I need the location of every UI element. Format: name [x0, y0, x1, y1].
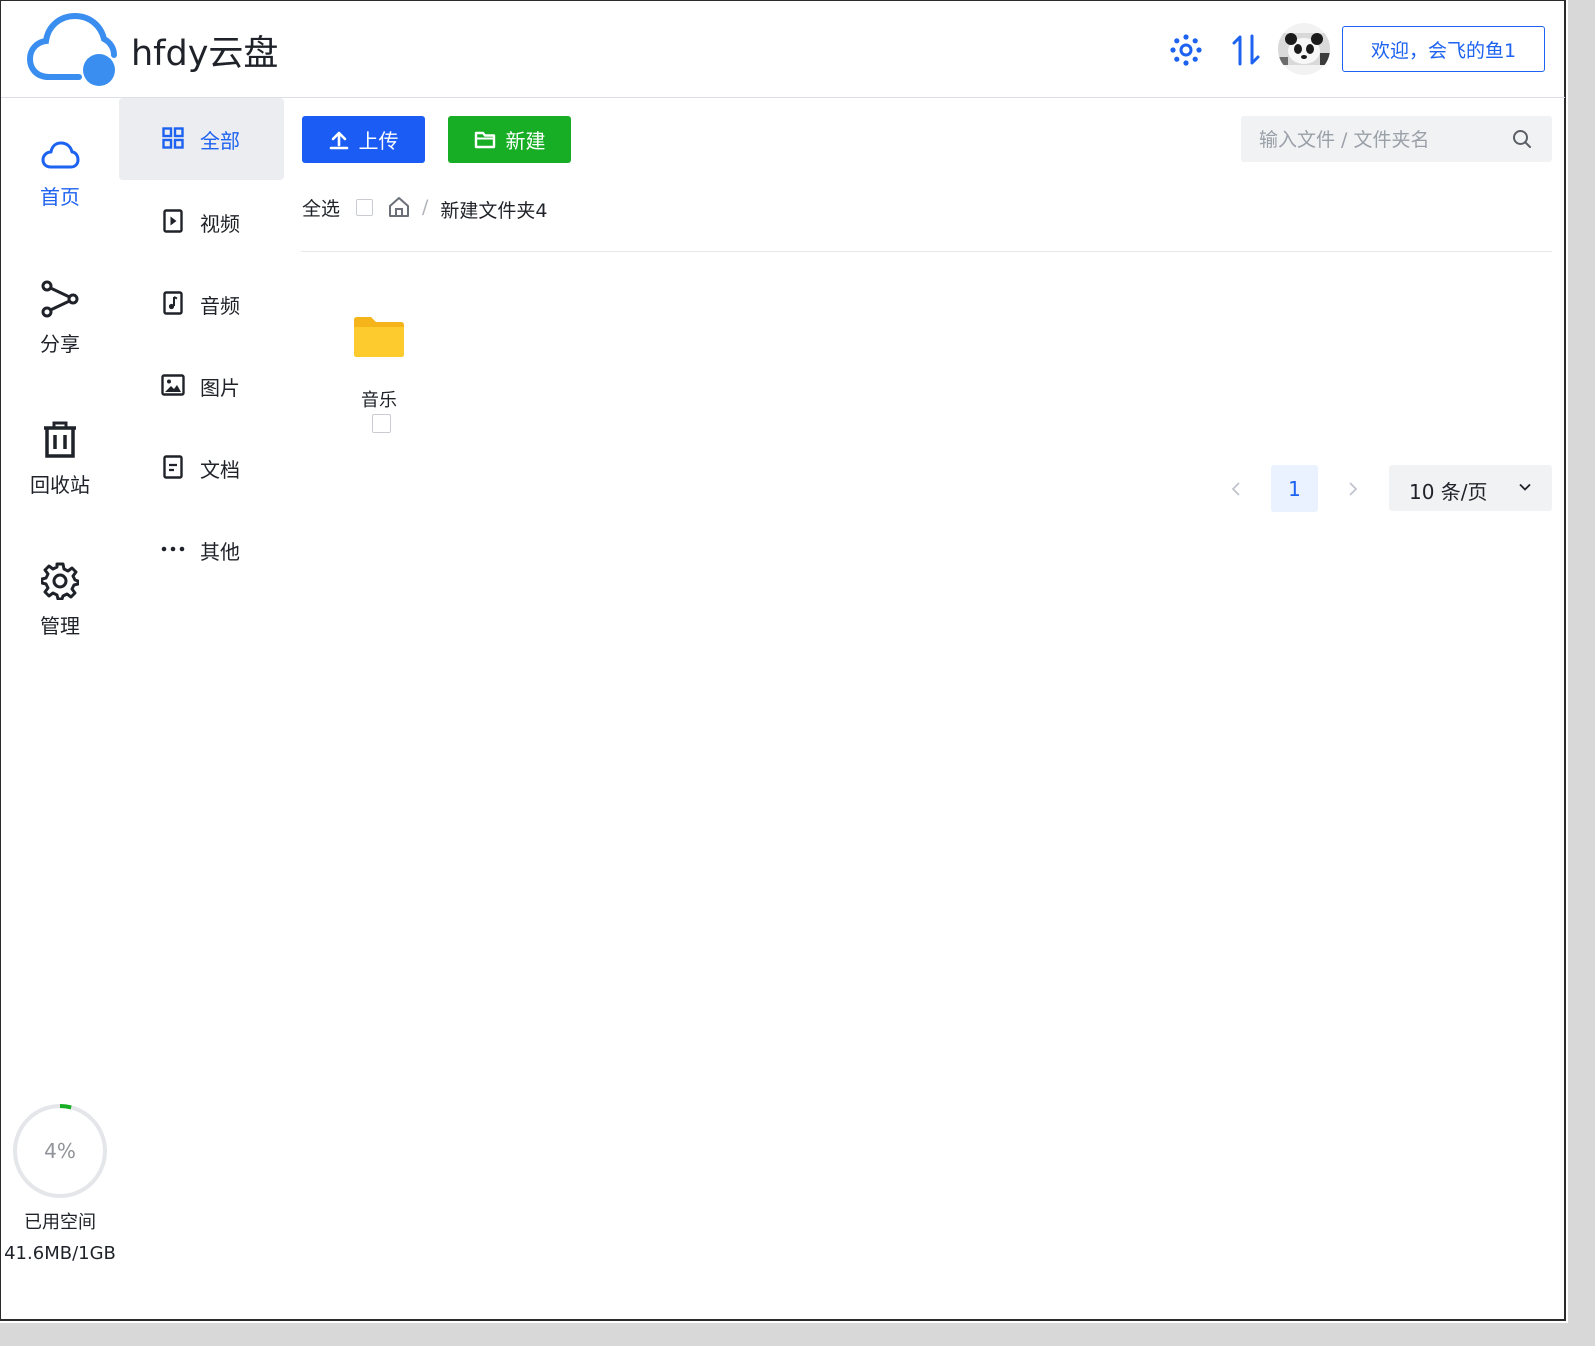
- image-icon: [161, 373, 185, 397]
- chevron-right-icon[interactable]: [1333, 465, 1373, 512]
- nav-label-manage: 管理: [40, 614, 80, 638]
- chevron-left-icon[interactable]: [1216, 465, 1256, 512]
- category-label-document: 文档: [200, 458, 240, 482]
- category-label-video: 视频: [200, 212, 240, 236]
- breadcrumb-current-folder[interactable]: 新建文件夹4: [440, 196, 547, 223]
- search-input[interactable]: [1241, 116, 1521, 164]
- grid-icon: [161, 126, 185, 150]
- share-icon: [41, 280, 79, 318]
- home-icon[interactable]: [388, 196, 410, 218]
- app-title: hfdy云盘: [131, 34, 279, 74]
- category-label-image: 图片: [200, 376, 240, 400]
- screen-edge-bottom: [0, 1323, 1595, 1346]
- file-checkbox[interactable]: [372, 414, 391, 433]
- category-image[interactable]: 图片: [119, 345, 284, 427]
- storage-used-label: 已用空间: [24, 1212, 96, 1233]
- new-folder-button[interactable]: 新建: [448, 116, 571, 163]
- select-all-checkbox[interactable]: [356, 198, 374, 216]
- category-label-other: 其他: [200, 540, 240, 564]
- nav-label-share: 分享: [40, 332, 80, 356]
- trash-icon: [44, 421, 76, 458]
- page-size-select[interactable]: 10 条/页: [1389, 465, 1552, 511]
- top-bar: hfdy云盘 欢迎，会飞的鱼1: [1, 1, 1565, 98]
- category-other[interactable]: 其他: [119, 509, 284, 591]
- category-document[interactable]: 文档: [119, 427, 284, 509]
- category-label-all: 全部: [200, 129, 240, 153]
- category-all[interactable]: 全部: [119, 98, 284, 180]
- welcome-user-button[interactable]: 欢迎，会飞的鱼1: [1342, 26, 1545, 72]
- divider: [301, 251, 1552, 252]
- upload-button[interactable]: 上传: [302, 116, 425, 163]
- storage-percent: 4%: [44, 1139, 76, 1163]
- search-icon[interactable]: [1512, 129, 1532, 149]
- user-avatar[interactable]: [1278, 23, 1330, 75]
- page-size-label: 10 条/页: [1409, 480, 1488, 504]
- nav-item-share[interactable]: 分享: [1, 280, 119, 390]
- nav-label-home: 首页: [40, 185, 80, 209]
- video-icon: [161, 209, 185, 233]
- transfer-icon[interactable]: [1227, 31, 1265, 69]
- nav-item-manage[interactable]: 管理: [1, 562, 119, 672]
- cloud-logo-icon: [27, 12, 117, 86]
- category-label-audio: 音频: [200, 294, 240, 318]
- folder-icon: [354, 317, 404, 357]
- nav-item-home[interactable]: 首页: [1, 139, 119, 249]
- gear-icon: [41, 562, 79, 600]
- file-name: 音乐: [361, 390, 397, 411]
- category-video[interactable]: 视频: [119, 181, 284, 263]
- upload-icon: [329, 131, 348, 149]
- document-icon: [161, 455, 185, 479]
- audio-icon: [161, 291, 185, 315]
- page-number-current[interactable]: 1: [1271, 465, 1318, 512]
- app-window: hfdy云盘 欢迎，会飞的鱼1 首页 分享 回收站 管理 全部 视频 音频 图片…: [0, 0, 1566, 1321]
- search-box: [1241, 116, 1552, 164]
- storage-usage-text: 41.6MB/1GB: [4, 1243, 116, 1264]
- upload-button-label: 上传: [358, 129, 399, 153]
- new-folder-button-label: 新建: [505, 129, 546, 153]
- folder-outline-icon: [474, 131, 495, 148]
- chevron-down-icon: [1519, 483, 1531, 491]
- breadcrumb-separator: /: [422, 196, 429, 218]
- screen-edge-right: [1568, 0, 1595, 1346]
- breadcrumb: 全选 / 新建文件夹4: [302, 191, 548, 223]
- nav-item-recycle-bin[interactable]: 回收站: [1, 421, 119, 531]
- more-icon: [161, 537, 185, 561]
- category-audio[interactable]: 音频: [119, 263, 284, 345]
- select-all-label: 全选: [302, 197, 341, 220]
- file-item[interactable]: 音乐: [341, 306, 417, 441]
- cloud-icon: [41, 141, 80, 169]
- settings-gear-icon[interactable]: [1165, 31, 1207, 69]
- nav-label-recycle-bin: 回收站: [30, 473, 90, 497]
